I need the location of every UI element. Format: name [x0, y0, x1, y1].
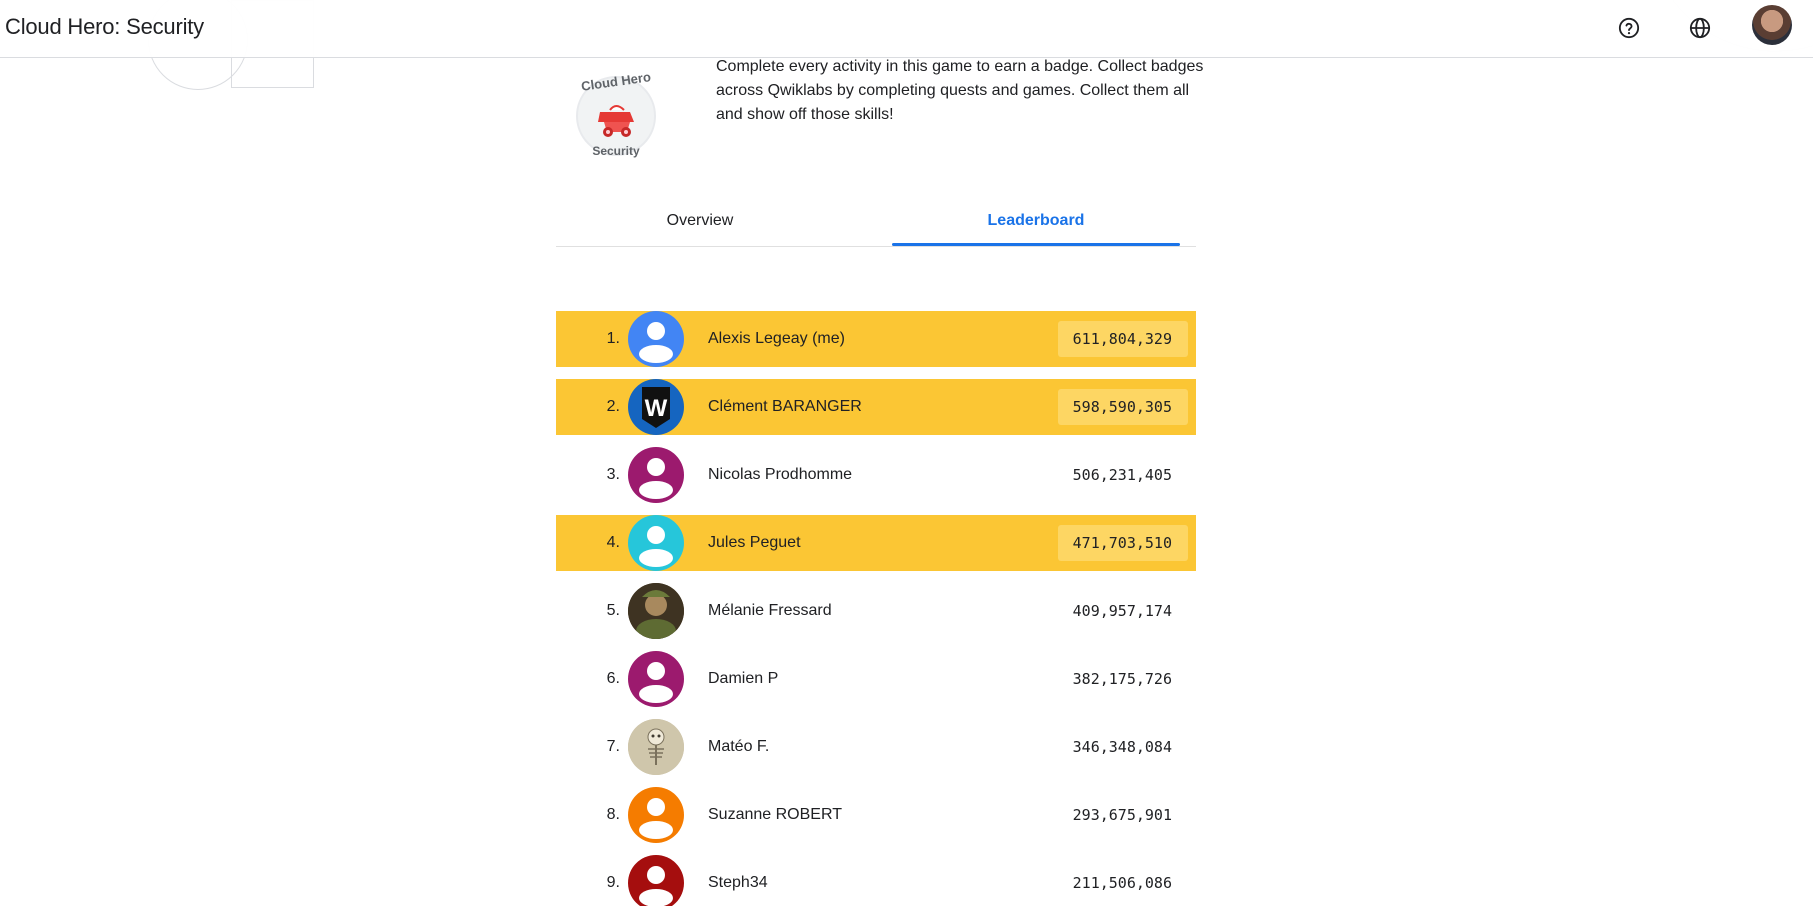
player-score: 211,506,086	[1072, 874, 1172, 892]
rank-number: 7.	[606, 738, 620, 755]
leaderboard-row: 6. Damien P 382,175,726	[556, 651, 1196, 707]
player-score: 293,675,901	[1072, 806, 1172, 824]
player-score: 506,231,405	[1072, 466, 1172, 484]
player-avatar	[628, 447, 684, 503]
rank-number: 5.	[606, 602, 620, 619]
badge-subtitle: Security	[592, 144, 640, 158]
player-score: 346,348,084	[1072, 738, 1172, 756]
player-name: Steph34	[708, 874, 768, 891]
account-avatar[interactable]	[1752, 5, 1792, 45]
player-avatar	[628, 515, 684, 571]
player-avatar	[628, 719, 684, 775]
player-avatar	[628, 787, 684, 843]
player-name: Jules Peguet	[708, 534, 801, 551]
player-name: Clément BARANGER	[708, 398, 862, 415]
person-icon	[639, 322, 673, 363]
cloud-hero-icon	[598, 105, 634, 137]
leaderboard-row: 5. Mélanie Fressard 409,957,174	[556, 583, 1196, 639]
person-icon	[639, 866, 673, 906]
rank-number: 8.	[606, 806, 620, 823]
active-tab-indicator	[892, 243, 1180, 246]
leaderboard-row: 3. Nicolas Prodhomme 506,231,405	[556, 447, 1196, 503]
top-app-bar: Cloud Hero: Security	[0, 0, 1813, 58]
player-score: 611,804,329	[1058, 321, 1188, 357]
page-title: Cloud Hero: Security	[5, 14, 204, 39]
w-logo-icon: W	[642, 387, 670, 428]
player-avatar	[628, 855, 684, 906]
player-avatar	[628, 651, 684, 707]
player-name: Damien P	[708, 670, 779, 687]
player-score: 471,703,510	[1058, 525, 1188, 561]
photo-icon	[628, 583, 684, 639]
person-icon	[639, 458, 673, 499]
rank-number: 2.	[606, 398, 620, 415]
skeleton-icon	[628, 719, 684, 775]
game-badge: Cloud Hero Security	[574, 69, 658, 164]
player-avatar	[628, 311, 684, 367]
game-description: Complete every activity in this game to …	[716, 58, 1204, 123]
player-name: Suzanne ROBERT	[708, 806, 842, 823]
help-icon[interactable]	[1616, 15, 1642, 41]
player-name: Matéo F.	[708, 738, 770, 755]
leaderboard-row: 8. Suzanne ROBERT 293,675,901	[556, 787, 1196, 843]
tab-bar: Overview Leaderboard	[556, 196, 1196, 247]
leaderboard-row: 9. Steph34 211,506,086	[556, 855, 1196, 906]
rank-number: 3.	[606, 466, 620, 483]
tab-leaderboard[interactable]: Leaderboard	[892, 196, 1180, 246]
person-icon	[639, 526, 673, 567]
tab-overview[interactable]: Overview	[556, 196, 844, 246]
leaderboard-row: 4. Jules Peguet 471,703,510	[556, 515, 1196, 571]
player-score: 598,590,305	[1058, 389, 1188, 425]
player-score: 382,175,726	[1072, 670, 1172, 688]
page: Cloud Hero: Security Cloud Hero Security…	[0, 0, 1813, 906]
rank-number: 1.	[606, 330, 620, 347]
leaderboard-row: 1. Alexis Legeay (me) 611,804,329	[556, 311, 1196, 367]
globe-icon[interactable]	[1687, 15, 1713, 41]
player-name: Alexis Legeay (me)	[708, 330, 845, 347]
person-icon	[639, 662, 673, 703]
rank-number: 9.	[606, 874, 620, 891]
player-name: Mélanie Fressard	[708, 602, 832, 619]
svg-text:W: W	[645, 395, 668, 422]
player-avatar: W	[628, 379, 684, 435]
player-avatar	[628, 583, 684, 639]
rank-number: 4.	[606, 534, 620, 551]
leaderboard-row: 7. Matéo F. 346,348,084	[556, 719, 1196, 775]
leaderboard-list: 1. Alexis Legeay (me) 611,804,329 2. W Clémen…	[556, 311, 1196, 906]
person-icon	[639, 798, 673, 839]
rank-number: 6.	[606, 670, 620, 687]
player-score: 409,957,174	[1072, 602, 1172, 620]
leaderboard-row: 2. W Clément BARANGER 598,590,305	[556, 379, 1196, 435]
player-name: Nicolas Prodhomme	[708, 466, 853, 483]
